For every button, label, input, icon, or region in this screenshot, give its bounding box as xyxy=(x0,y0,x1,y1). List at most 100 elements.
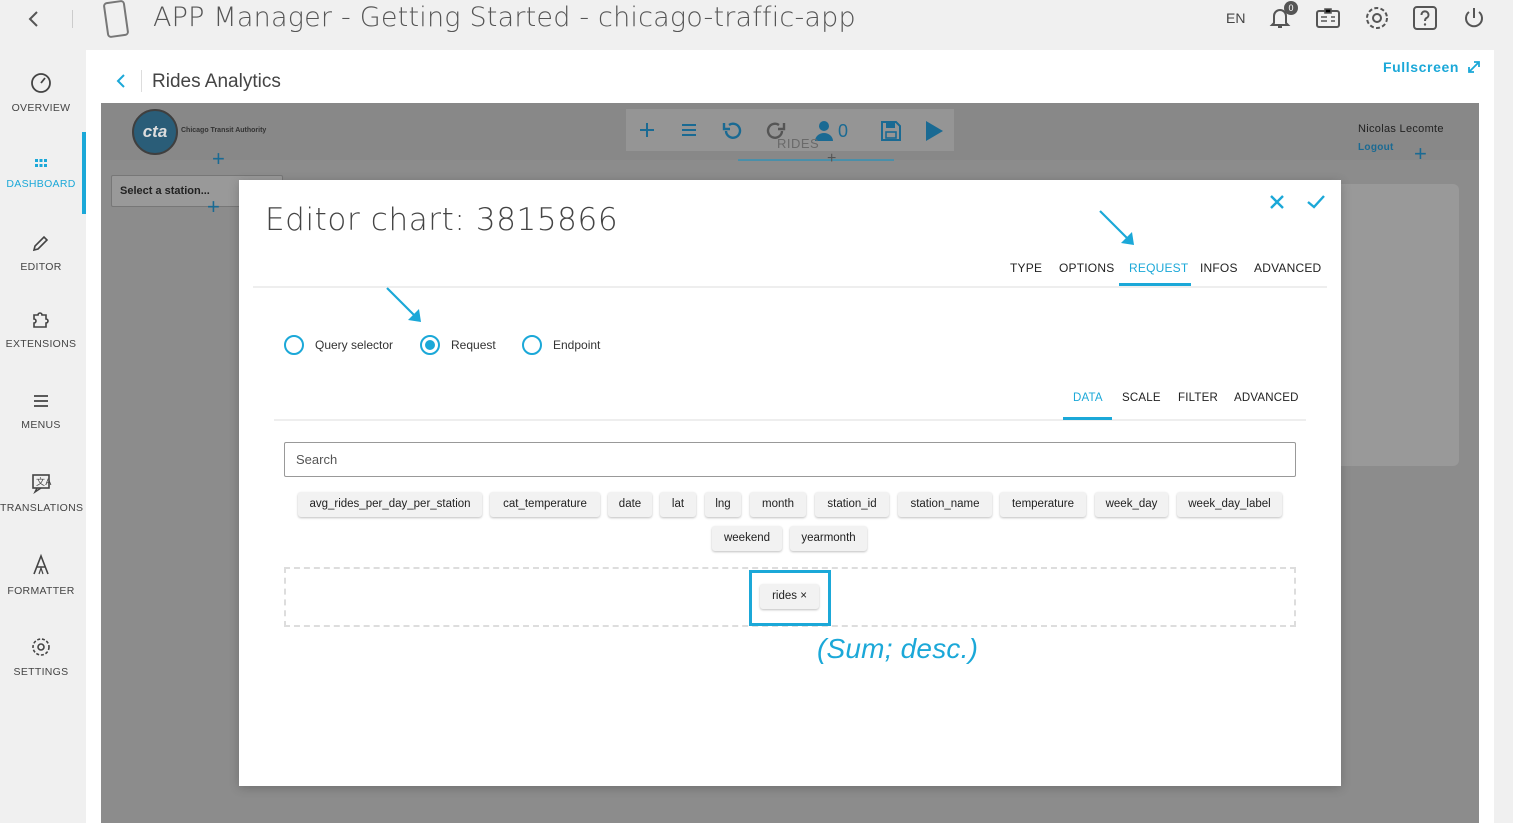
modal-title: Editor chart: 3815866 xyxy=(265,202,619,238)
id-card-icon[interactable] xyxy=(1314,4,1342,32)
page-title: Rides Analytics xyxy=(152,71,281,92)
arrow-annotation-icon xyxy=(1099,210,1134,245)
radio-label: Endpoint xyxy=(553,338,601,352)
radio-endpoint[interactable]: Endpoint xyxy=(522,335,600,355)
radio-request[interactable]: Request xyxy=(420,335,496,355)
sidebar: OVERVIEW DASHBOARD EDITOR EXTENSIONS MEN… xyxy=(0,50,86,823)
radio-circle xyxy=(420,335,440,355)
pencil-icon xyxy=(32,235,49,252)
subtab-scale[interactable]: SCALE xyxy=(1122,392,1161,404)
active-subtab-underline xyxy=(1063,417,1112,420)
add-icon[interactable]: + xyxy=(827,151,836,167)
gauge-icon xyxy=(31,73,51,93)
add-icon[interactable]: + xyxy=(212,148,225,170)
field-chip[interactable]: month xyxy=(750,492,806,517)
tab-advanced[interactable]: ADVANCED xyxy=(1254,258,1321,288)
field-chip[interactable]: avg_rides_per_day_per_station xyxy=(298,492,482,517)
language-selector[interactable]: EN xyxy=(1226,10,1245,26)
field-chip[interactable]: week_day xyxy=(1095,492,1168,517)
search-input[interactable]: Search xyxy=(284,442,1296,477)
divider xyxy=(141,70,142,92)
svg-text:文A: 文A xyxy=(36,476,52,488)
sidebar-item-editor[interactable]: EDITOR xyxy=(0,233,82,273)
request-subtabs: DATA SCALE FILTER ADVANCED xyxy=(274,386,1306,421)
top-bar: APP Manager - Getting Started - chicago-… xyxy=(0,0,1513,40)
tab-underline xyxy=(738,159,894,161)
gear-icon xyxy=(32,638,50,656)
selected-field-chip[interactable]: rides × xyxy=(760,584,819,609)
user-count: 0 xyxy=(838,121,849,141)
sidebar-item-dashboard[interactable]: DASHBOARD xyxy=(0,158,82,190)
tab-options[interactable]: OPTIONS xyxy=(1059,258,1114,288)
puzzle-icon xyxy=(33,312,49,328)
radio-circle xyxy=(284,335,304,355)
cta-logo: cta xyxy=(132,109,178,155)
field-chip[interactable]: weekend xyxy=(712,526,782,551)
subtab-advanced[interactable]: ADVANCED xyxy=(1234,392,1299,404)
fullscreen-button[interactable]: Fullscreen xyxy=(1383,59,1459,75)
radio-label: Request xyxy=(451,338,496,352)
sidebar-item-menus[interactable]: MENUS xyxy=(0,391,82,431)
field-chip[interactable]: station_id xyxy=(815,492,889,517)
radio-circle xyxy=(522,335,542,355)
field-chip[interactable]: temperature xyxy=(1000,492,1086,517)
help-icon[interactable] xyxy=(1411,4,1439,32)
subtab-filter[interactable]: FILTER xyxy=(1178,392,1218,404)
power-icon[interactable] xyxy=(1460,4,1488,32)
radio-query-selector[interactable]: Query selector xyxy=(284,335,393,355)
org-name: Chicago Transit Authority xyxy=(181,127,267,134)
notification-badge: 0 xyxy=(1284,1,1298,15)
tab-type[interactable]: TYPE xyxy=(1010,258,1042,288)
sidebar-item-label: SETTINGS xyxy=(13,666,69,678)
field-chip[interactable]: station_name xyxy=(898,492,992,517)
chart-editor-modal: Editor chart: 3815866 TYPE OPTIONS REQUE… xyxy=(239,180,1341,786)
sidebar-item-label: OVERVIEW xyxy=(11,102,71,114)
save-icon[interactable] xyxy=(879,119,903,143)
field-chip[interactable]: week_day_label xyxy=(1177,492,1282,517)
menu-icon xyxy=(34,395,48,407)
sidebar-item-label: EDITOR xyxy=(20,261,62,273)
sidebar-item-translations[interactable]: 文A TRANSLATIONS xyxy=(0,472,84,514)
tab-rides[interactable]: RIDES xyxy=(777,136,819,151)
arrow-annotation-icon xyxy=(386,287,421,322)
gear-icon[interactable] xyxy=(1363,4,1391,32)
field-chip[interactable]: yearmonth xyxy=(790,526,867,551)
sidebar-item-overview[interactable]: OVERVIEW xyxy=(0,72,82,114)
user-name: Nicolas Lecomte xyxy=(1358,123,1444,135)
back-icon[interactable] xyxy=(24,8,44,30)
radio-label: Query selector xyxy=(315,338,394,352)
sidebar-item-extensions[interactable]: EXTENSIONS xyxy=(0,308,82,350)
close-icon[interactable] xyxy=(1267,192,1287,212)
field-chip[interactable]: date xyxy=(608,492,652,517)
subtab-data[interactable]: DATA xyxy=(1073,392,1103,404)
add-icon[interactable]: + xyxy=(207,196,220,218)
translate-icon: 文A xyxy=(32,474,52,494)
expand-icon[interactable] xyxy=(1466,59,1482,75)
undo-icon[interactable] xyxy=(720,119,744,143)
tablet-icon xyxy=(103,0,129,38)
field-chip[interactable]: lng xyxy=(705,492,741,517)
grid-icon xyxy=(35,159,47,167)
sidebar-item-label: EXTENSIONS xyxy=(5,338,77,350)
app-title: APP Manager - Getting Started - chicago-… xyxy=(153,2,856,33)
sidebar-item-settings[interactable]: SETTINGS xyxy=(0,636,82,678)
field-chip[interactable]: lat xyxy=(660,492,696,517)
field-chip[interactable]: cat_temperature xyxy=(490,492,600,517)
sidebar-item-label: MENUS xyxy=(21,419,61,431)
tab-infos[interactable]: INFOS xyxy=(1200,258,1238,288)
divider xyxy=(72,10,73,28)
active-tab-underline xyxy=(1119,283,1191,286)
add-icon[interactable]: + xyxy=(1414,143,1427,165)
sidebar-item-label: FORMATTER xyxy=(7,585,75,597)
check-icon[interactable] xyxy=(1305,192,1327,212)
list-icon[interactable] xyxy=(678,119,700,141)
formatter-icon xyxy=(33,553,49,575)
sidebar-item-label: TRANSLATIONS xyxy=(0,502,84,514)
play-icon[interactable] xyxy=(923,119,945,143)
sidebar-item-formatter[interactable]: FORMATTER xyxy=(0,553,82,597)
aggregation-annotation: (Sum; desc.) xyxy=(817,633,979,664)
add-icon[interactable] xyxy=(636,119,658,141)
logout-link[interactable]: Logout xyxy=(1358,142,1394,153)
sidebar-item-label: DASHBOARD xyxy=(6,178,76,190)
back-chevron-icon[interactable] xyxy=(114,72,128,90)
